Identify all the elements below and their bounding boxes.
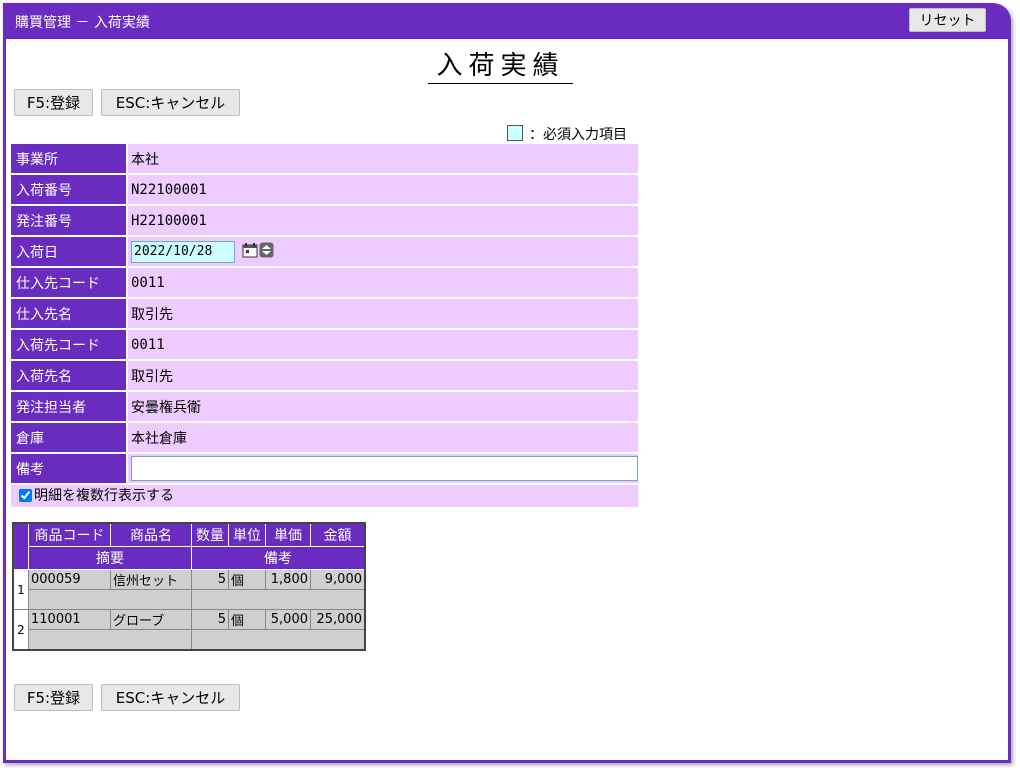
memo-cell bbox=[128, 454, 638, 483]
row-price: 1,800 bbox=[265, 569, 311, 590]
row-name: 信州セット bbox=[110, 569, 192, 590]
row-summary bbox=[28, 589, 192, 610]
row-memo bbox=[191, 629, 366, 651]
supplier-name-value: 取引先 bbox=[128, 299, 638, 328]
table-row[interactable]: 2 110001 グローブ 5 個 5,000 25,000 bbox=[12, 609, 366, 651]
form-row-supplier-name: 仕入先名 取引先 bbox=[11, 299, 638, 328]
multi-row-label[interactable]: 明細を複数行表示する bbox=[34, 488, 174, 504]
supplier-name-label: 仕入先名 bbox=[11, 299, 128, 328]
calendar-icon[interactable] bbox=[242, 242, 258, 262]
col-header-summary: 摘要 bbox=[28, 546, 192, 570]
form-row-receipt-no: 入荷番号 N22100001 bbox=[11, 175, 638, 204]
required-color-swatch bbox=[507, 125, 523, 141]
row-code: 000059 bbox=[28, 569, 111, 590]
col-header-unit: 単位 bbox=[228, 522, 266, 547]
row-unit: 個 bbox=[228, 569, 266, 590]
cancel-button-bottom[interactable]: ESC:キャンセル bbox=[101, 684, 240, 711]
receipt-date-label: 入荷日 bbox=[11, 237, 128, 266]
buyer-value: 安曇権兵衛 bbox=[128, 392, 638, 421]
date-spinner-icon[interactable] bbox=[259, 242, 274, 262]
detail-table: 商品コード 商品名 数量 単位 単価 金額 摘要 備考 1 000059 信州セ… bbox=[12, 522, 366, 651]
form-row-buyer: 発注担当者 安曇権兵衛 bbox=[11, 392, 638, 421]
row-code: 110001 bbox=[28, 609, 111, 630]
row-amount: 9,000 bbox=[310, 569, 366, 590]
row-name: グローブ bbox=[110, 609, 192, 630]
row-unit: 個 bbox=[228, 609, 266, 630]
dest-name-value: 取引先 bbox=[128, 361, 638, 390]
detail-corner-header bbox=[12, 522, 29, 570]
form-row-dest-name: 入荷先名 取引先 bbox=[11, 361, 638, 390]
form-row-office: 事業所 本社 bbox=[11, 144, 638, 173]
table-row[interactable]: 1 000059 信州セット 5 個 1,800 9,000 bbox=[12, 569, 366, 610]
col-header-amount: 金額 bbox=[310, 522, 366, 547]
warehouse-value: 本社倉庫 bbox=[128, 423, 638, 452]
window-title: 購買管理 － 入荷実績 bbox=[15, 15, 150, 31]
header-form: 事業所 本社 入荷番号 N22100001 発注番号 H22100001 入荷日… bbox=[11, 142, 638, 485]
multi-row-option: 明細を複数行表示する bbox=[11, 485, 638, 507]
table-row-sub[interactable] bbox=[13, 629, 366, 651]
supplier-code-label: 仕入先コード bbox=[11, 268, 128, 297]
page-title: 入荷実績 bbox=[428, 50, 573, 84]
order-no-label: 発注番号 bbox=[11, 206, 128, 235]
form-row-warehouse: 倉庫 本社倉庫 bbox=[11, 423, 638, 452]
row-amount: 25,000 bbox=[310, 609, 366, 630]
form-row-dest-code: 入荷先コード 0011 bbox=[11, 330, 638, 359]
receipt-no-value: N22100001 bbox=[128, 175, 638, 204]
dest-name-label: 入荷先名 bbox=[11, 361, 128, 390]
row-memo bbox=[191, 589, 366, 610]
cancel-button-top[interactable]: ESC:キャンセル bbox=[101, 89, 240, 116]
form-row-receipt-date: 入荷日 bbox=[11, 237, 638, 266]
required-legend: ：必須入力項目 bbox=[507, 124, 627, 144]
office-label: 事業所 bbox=[11, 144, 128, 173]
office-value: 本社 bbox=[128, 144, 638, 173]
row-number: 1 bbox=[12, 569, 29, 610]
supplier-code-value: 0011 bbox=[128, 268, 638, 297]
dest-code-label: 入荷先コード bbox=[11, 330, 128, 359]
row-qty: 5 bbox=[191, 609, 229, 630]
buyer-label: 発注担当者 bbox=[11, 392, 128, 421]
row-number: 2 bbox=[12, 609, 29, 651]
form-row-supplier-code: 仕入先コード 0011 bbox=[11, 268, 638, 297]
col-header-price: 単価 bbox=[265, 522, 311, 547]
col-header-name: 商品名 bbox=[110, 522, 192, 547]
memo-label: 備考 bbox=[11, 454, 128, 483]
receipt-date-input[interactable] bbox=[131, 240, 235, 263]
dest-code-value: 0011 bbox=[128, 330, 638, 359]
multi-row-checkbox[interactable] bbox=[19, 489, 32, 502]
row-qty: 5 bbox=[191, 569, 229, 590]
table-row-sub[interactable] bbox=[13, 589, 366, 610]
row-price: 5,000 bbox=[265, 609, 311, 630]
detail-header-row-1: 商品コード 商品名 数量 単位 単価 金額 bbox=[12, 522, 366, 570]
required-legend-text: ：必須入力項目 bbox=[529, 127, 627, 143]
register-button-bottom[interactable]: F5:登録 bbox=[14, 684, 93, 711]
col-header-memo: 備考 bbox=[191, 546, 366, 570]
reset-button[interactable]: リセット bbox=[909, 8, 986, 32]
memo-input[interactable] bbox=[131, 456, 638, 481]
col-header-code: 商品コード bbox=[28, 522, 111, 547]
col-header-qty: 数量 bbox=[191, 522, 229, 547]
warehouse-label: 倉庫 bbox=[11, 423, 128, 452]
register-button-top[interactable]: F5:登録 bbox=[14, 89, 93, 116]
receipt-no-label: 入荷番号 bbox=[11, 175, 128, 204]
form-row-order-no: 発注番号 H22100001 bbox=[11, 206, 638, 235]
title-bar: 購買管理 － 入荷実績 リセット bbox=[6, 3, 1008, 39]
detail-header-row-2: 摘要 備考 bbox=[13, 546, 366, 570]
receipt-date-cell bbox=[128, 237, 638, 266]
row-summary bbox=[28, 629, 192, 651]
order-no-value: H22100001 bbox=[128, 206, 638, 235]
form-row-memo: 備考 bbox=[11, 454, 638, 483]
